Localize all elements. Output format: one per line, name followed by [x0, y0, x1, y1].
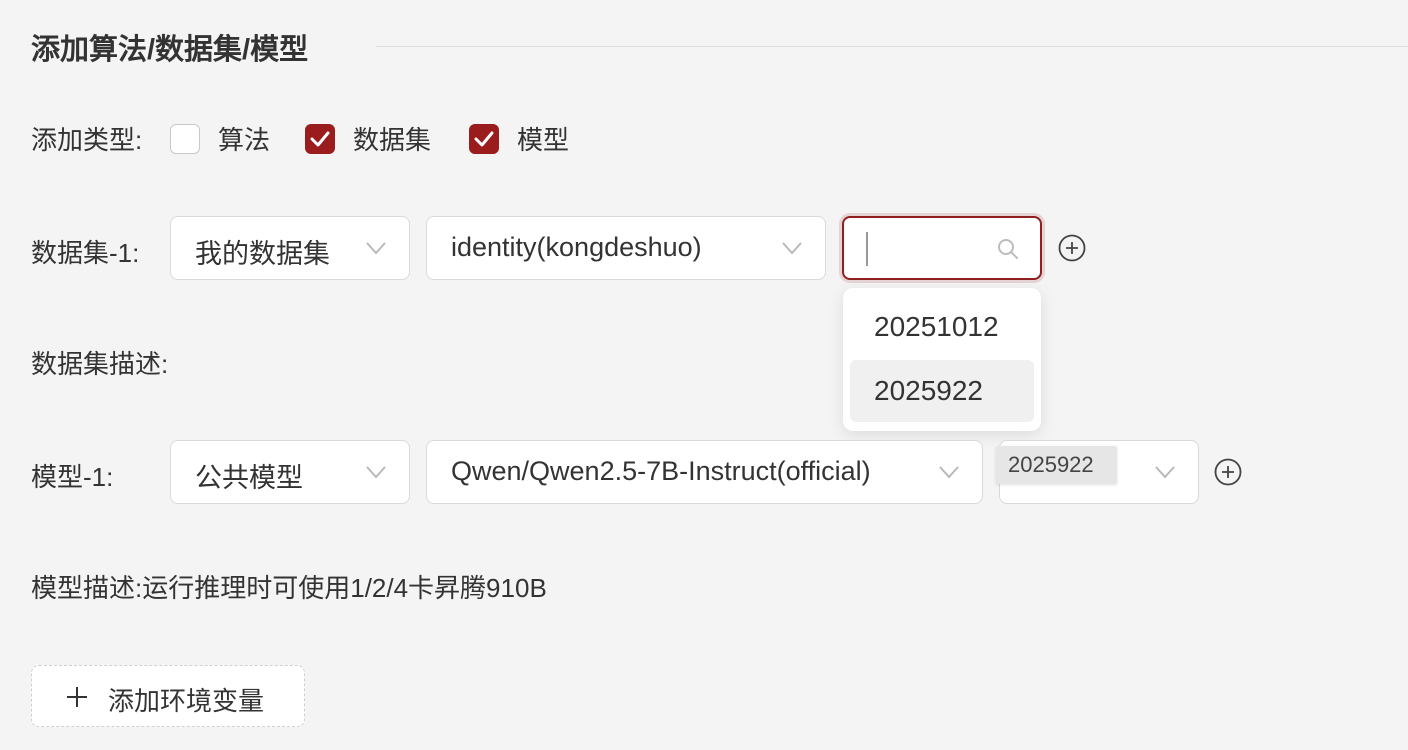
dropdown-option-label: 2025922 [874, 375, 984, 406]
dataset-description-label: 数据集描述: [31, 349, 169, 379]
dataset-version-dropdown: 20251012 2025922 [843, 288, 1041, 431]
model-description-label: 模型描述: [31, 573, 143, 603]
section-divider [376, 46, 1408, 47]
dataset-checkbox-label: 数据集 [353, 125, 432, 155]
add-env-variable-label: 添加环境变量 [108, 686, 265, 716]
checkbox-algorithm[interactable]: 算法 [170, 120, 270, 157]
algorithm-checkbox-label: 算法 [218, 125, 271, 155]
checkbox-model[interactable]: 模型 [469, 120, 569, 157]
check-icon [474, 131, 494, 146]
model-label: 模型-1: [31, 462, 114, 492]
dataset-name-select[interactable]: identity(kongdeshuo) [426, 216, 826, 280]
model-checkbox-label: 模型 [517, 125, 570, 155]
plus-circle-icon[interactable] [1214, 458, 1242, 486]
model-description: 模型描述:运行推理时可使用1/2/4卡昇腾910B [31, 568, 547, 605]
model-source-value: 公共模型 [195, 463, 303, 493]
dropdown-option[interactable]: 20251012 [850, 296, 1034, 358]
model-checkbox-box[interactable] [469, 123, 499, 154]
dropdown-option-active[interactable]: 2025922 [850, 360, 1034, 422]
dataset-label: 数据集-1: [31, 238, 140, 268]
dataset-source-value: 我的数据集 [195, 239, 330, 269]
search-icon [998, 239, 1018, 259]
dropdown-option-label: 20251012 [874, 311, 999, 342]
plus-icon [67, 687, 87, 707]
plus-circle-icon[interactable] [1058, 234, 1086, 262]
chevron-down-icon [366, 466, 386, 479]
dataset-name-value: identity(kongdeshuo) [451, 232, 702, 262]
tooltip-text: 2025922 [1008, 452, 1094, 477]
algorithm-checkbox-box[interactable] [170, 123, 200, 154]
dataset-version-search[interactable] [842, 216, 1042, 280]
chevron-down-icon [1155, 466, 1175, 479]
model-description-text: 运行推理时可使用1/2/4卡昇腾910B [142, 573, 547, 603]
model-version-tooltip: 2025922 [996, 446, 1117, 484]
section-title: 添加算法/数据集/模型 [31, 34, 309, 66]
add-env-variable-button[interactable]: 添加环境变量 [31, 665, 305, 727]
model-source-select[interactable]: 公共模型 [170, 440, 410, 504]
model-name-select[interactable]: Qwen/Qwen2.5-7B-Instruct(official) [426, 440, 983, 504]
chevron-down-icon [939, 466, 959, 479]
dataset-source-select[interactable]: 我的数据集 [170, 216, 410, 280]
dataset-checkbox-box[interactable] [305, 123, 335, 154]
model-name-value: Qwen/Qwen2.5-7B-Instruct(official) [451, 456, 871, 486]
chevron-down-icon [782, 242, 802, 255]
text-caret [866, 232, 868, 266]
checkbox-dataset[interactable]: 数据集 [305, 120, 431, 157]
add-type-label: 添加类型: [31, 125, 143, 155]
chevron-down-icon [366, 242, 386, 255]
check-icon [310, 131, 330, 146]
